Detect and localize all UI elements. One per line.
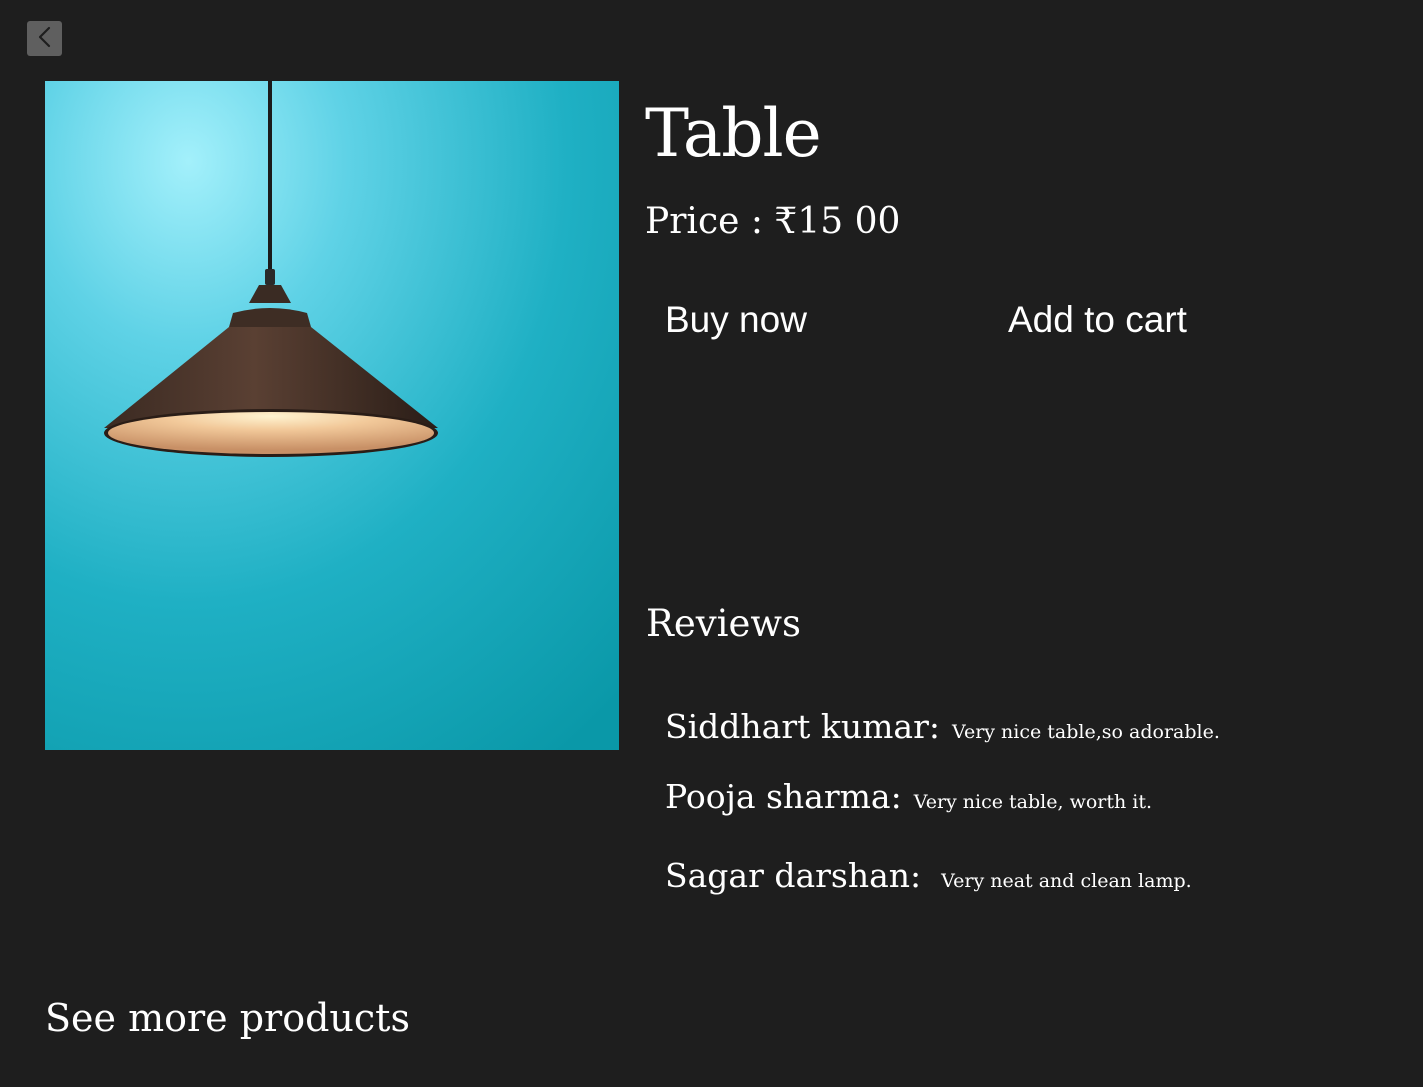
review-item: Sagar darshan: Very neat and clean lamp. xyxy=(665,856,1192,896)
review-item: Pooja sharma: Very nice table, worth it. xyxy=(665,777,1152,817)
chevron-left-icon xyxy=(35,25,55,53)
review-text: Very nice table, worth it. xyxy=(913,791,1153,813)
review-text: Very nice table,so adorable. xyxy=(951,721,1220,743)
product-title: Table xyxy=(645,95,822,172)
back-button[interactable] xyxy=(27,21,62,56)
product-price: Price : ₹15 00 xyxy=(645,201,901,242)
review-author: Siddhart kumar: xyxy=(665,707,940,746)
reviews-heading: Reviews xyxy=(646,602,802,645)
review-author: Sagar darshan: xyxy=(665,856,922,895)
review-text: Very neat and clean lamp. xyxy=(941,870,1192,892)
see-more-products-link[interactable]: See more products xyxy=(45,995,410,1041)
buy-now-button[interactable]: Buy now xyxy=(665,297,807,343)
review-item: Siddhart kumar: Very nice table,so adora… xyxy=(665,707,1220,747)
product-image xyxy=(45,81,619,750)
add-to-cart-button[interactable]: Add to cart xyxy=(1008,297,1187,343)
review-author: Pooja sharma: xyxy=(665,777,902,816)
